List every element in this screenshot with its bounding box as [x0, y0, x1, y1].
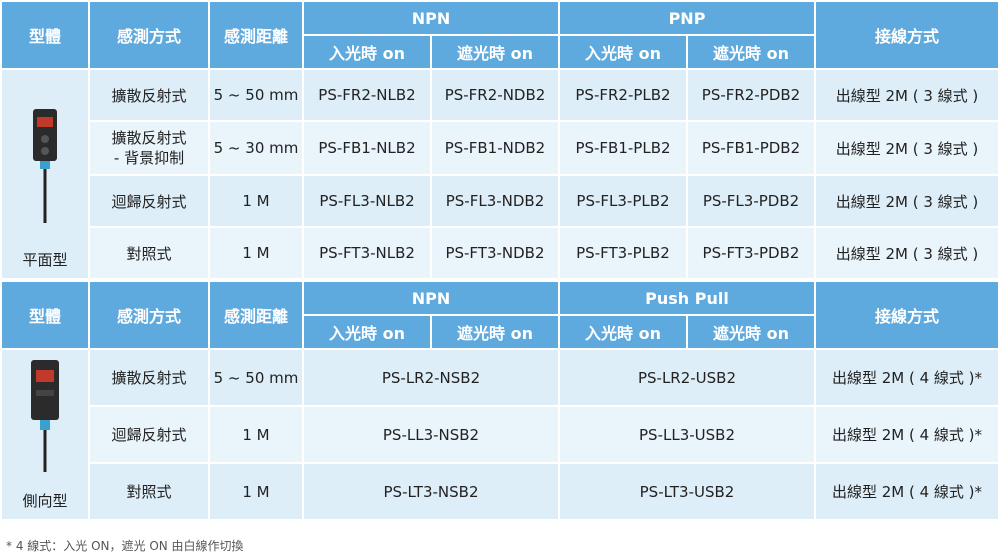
- model-cell: PS-FR2-NLB2: [304, 70, 430, 120]
- distance-cell: 1 M: [210, 176, 302, 226]
- header-npn: NPN: [304, 2, 558, 34]
- model-cell: PS-FL3-NLB2: [304, 176, 430, 226]
- header-light-on: 入光時 on: [560, 316, 686, 348]
- type-cell-side: 側向型: [2, 350, 88, 519]
- model-cell: PS-FT3-NDB2: [432, 228, 558, 278]
- header-light-on: 入光時 on: [560, 36, 686, 68]
- distance-cell: 1 M: [210, 228, 302, 278]
- header-type: 型體: [2, 2, 88, 68]
- model-cell-npn: PS-LT3-NSB2: [304, 464, 558, 519]
- header-light-on: 入光時 on: [304, 316, 430, 348]
- header-wiring: 接線方式: [816, 2, 998, 68]
- method-cell: 對照式: [90, 464, 208, 519]
- distance-cell: 5 ~ 50 mm: [210, 350, 302, 405]
- header-dark-on: 遮光時 on: [432, 36, 558, 68]
- model-cell: PS-FL3-NDB2: [432, 176, 558, 226]
- model-cell: PS-FT3-PLB2: [560, 228, 686, 278]
- header-distance: 感測距離: [210, 2, 302, 68]
- method-cell: 迴歸反射式: [90, 407, 208, 462]
- header-npn: NPN: [304, 282, 558, 314]
- wiring-cell: 出線型 2M ( 3 線式 ): [816, 176, 998, 226]
- wiring-cell: 出線型 2M ( 3 線式 ): [816, 228, 998, 278]
- wiring-cell: 出線型 2M ( 4 線式 )*: [816, 407, 998, 462]
- method-cell: 擴散反射式: [90, 350, 208, 405]
- header-push-pull: Push Pull: [560, 282, 814, 314]
- header-method: 感測方式: [90, 282, 208, 348]
- wiring-cell: 出線型 2M ( 3 線式 ): [816, 70, 998, 120]
- wiring-cell: 出線型 2M ( 4 線式 )*: [816, 464, 998, 519]
- header-pnp: PNP: [560, 2, 814, 34]
- spec-table-flat: 型體 感測方式 感測距離 NPN PNP 接線方式 入光時 on 遮光時 on …: [0, 0, 1000, 280]
- spec-table-side: 型體 感測方式 感測距離 NPN Push Pull 接線方式 入光時 on 遮…: [0, 280, 1000, 521]
- type-label: 側向型: [22, 492, 68, 510]
- model-cell: PS-FL3-PLB2: [560, 176, 686, 226]
- method-cell: 對照式: [90, 228, 208, 278]
- header-method: 感測方式: [90, 2, 208, 68]
- model-cell-npn: PS-LL3-NSB2: [304, 407, 558, 462]
- distance-cell: 1 M: [210, 464, 302, 519]
- model-cell-push-pull: PS-LL3-USB2: [560, 407, 814, 462]
- header-wiring: 接線方式: [816, 282, 998, 348]
- model-cell: PS-FL3-PDB2: [688, 176, 814, 226]
- model-cell: PS-FB1-NLB2: [304, 122, 430, 174]
- model-cell-push-pull: PS-LT3-USB2: [560, 464, 814, 519]
- distance-cell: 5 ~ 30 mm: [210, 122, 302, 174]
- header-distance: 感測距離: [210, 282, 302, 348]
- model-cell-npn: PS-LR2-NSB2: [304, 350, 558, 405]
- distance-cell: 1 M: [210, 407, 302, 462]
- method-cell: 擴散反射式: [90, 70, 208, 120]
- wiring-cell: 出線型 2M ( 4 線式 )*: [816, 350, 998, 405]
- method-cell: 擴散反射式 - 背景抑制: [90, 122, 208, 174]
- model-cell-push-pull: PS-LR2-USB2: [560, 350, 814, 405]
- method-cell: 迴歸反射式: [90, 176, 208, 226]
- type-cell-flat: 平面型: [2, 70, 88, 278]
- header-type: 型體: [2, 282, 88, 348]
- model-cell: PS-FR2-PDB2: [688, 70, 814, 120]
- type-label: 平面型: [22, 251, 68, 269]
- model-cell: PS-FT3-PDB2: [688, 228, 814, 278]
- wiring-cell: 出線型 2M ( 3 線式 ): [816, 122, 998, 174]
- distance-cell: 5 ~ 50 mm: [210, 70, 302, 120]
- header-dark-on: 遮光時 on: [432, 316, 558, 348]
- header-dark-on: 遮光時 on: [688, 36, 814, 68]
- flat-photoelectric-sensor-icon: [33, 109, 57, 223]
- side-photoelectric-sensor-icon: [31, 360, 59, 472]
- model-cell: PS-FR2-NDB2: [432, 70, 558, 120]
- header-light-on: 入光時 on: [304, 36, 430, 68]
- model-cell: PS-FR2-PLB2: [560, 70, 686, 120]
- model-cell: PS-FB1-NDB2: [432, 122, 558, 174]
- model-cell: PS-FB1-PLB2: [560, 122, 686, 174]
- model-cell: PS-FT3-NLB2: [304, 228, 430, 278]
- model-cell: PS-FB1-PDB2: [688, 122, 814, 174]
- header-dark-on: 遮光時 on: [688, 316, 814, 348]
- footnote: * 4 線式：入光 ON，遮光 ON 由白線作切換: [6, 539, 244, 553]
